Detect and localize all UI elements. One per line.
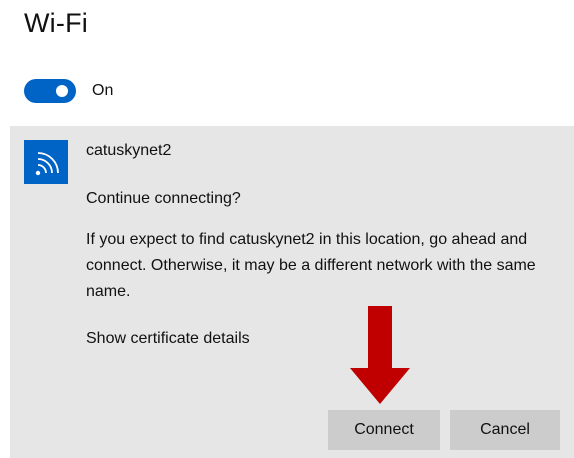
down-arrow-icon [350,306,410,411]
cancel-button[interactable]: Cancel [450,410,560,450]
wifi-signal-icon [24,140,68,184]
show-certificate-link[interactable]: Show certificate details [86,330,250,348]
continue-question: Continue connecting? [86,190,241,207]
toggle-knob [56,85,68,97]
network-name: catuskynet2 [86,142,172,159]
network-connect-panel: catuskynet2 Continue connecting? If you … [10,126,574,458]
wifi-toggle-label: On [92,82,114,99]
wifi-toggle-switch[interactable] [24,79,76,103]
wifi-toggle-row: On [24,79,113,103]
wifi-settings-page: Wi-Fi On catuskynet2 Continue connecting… [0,0,574,458]
connect-button[interactable]: Connect [328,410,440,450]
page-title: Wi-Fi [24,8,88,38]
connection-message: If you expect to find catuskynet2 in thi… [86,231,536,300]
